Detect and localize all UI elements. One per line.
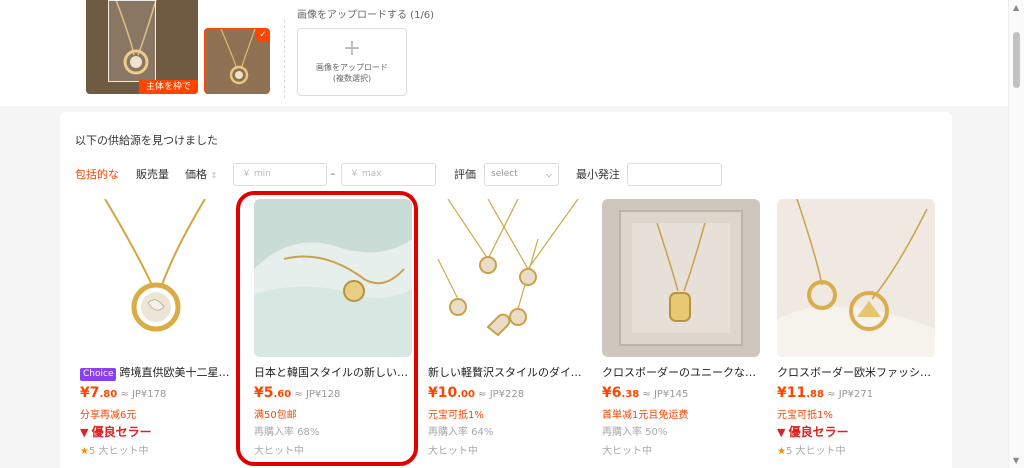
sort-comprehensive[interactable]: 包括的な	[75, 168, 119, 182]
seller-badge-icon: ▼	[80, 426, 89, 439]
price-min-input[interactable]: ￥ min	[233, 163, 327, 186]
main-search-image[interactable]: 主体を枠で	[86, 0, 198, 94]
repurchase-rate: 再購入率 64%	[428, 427, 494, 438]
moq-input[interactable]	[627, 163, 722, 186]
price-main: ¥6	[602, 385, 622, 401]
product-card[interactable]: Choice跨境直供欧美十二星座圆牌项链 ¥7.80 ≈ JP¥178 分享再减…	[80, 199, 238, 468]
page-scrollbar[interactable]: ▲ ▼	[1008, 0, 1024, 468]
seller-badge-text: 優良セラー	[91, 425, 152, 439]
product-card[interactable]: クロスボーダー欧米ファッションネックレス ¥11.88 ≈ JP¥271 元宝可…	[777, 199, 935, 468]
price-cents: .00	[457, 389, 475, 400]
necklace-product-photo	[777, 199, 935, 357]
scroll-down-arrow-icon[interactable]: ▼	[1013, 456, 1019, 465]
sort-sales[interactable]: 販売量	[136, 168, 169, 182]
popularity-text: 大ヒット中	[602, 446, 652, 457]
product-title[interactable]: Choice跨境直供欧美十二星座圆牌项链	[80, 364, 238, 381]
seller-badge-icon: ▼	[777, 426, 786, 439]
selected-thumbnail[interactable]: ✓	[204, 28, 270, 94]
price-max-input[interactable]: ￥ max	[341, 163, 436, 186]
results-title: 以下の供給源を見つけました	[75, 134, 218, 147]
upload-label: 画像をアップロード	[316, 63, 388, 72]
scroll-up-arrow-icon[interactable]: ▲	[1013, 3, 1019, 12]
product-title[interactable]: クロスボーダーのユニークなネックレス	[602, 364, 760, 380]
price-jpy: ≈ JP¥178	[120, 389, 167, 400]
product-price: ¥6.38 ≈ JP¥145	[602, 385, 760, 401]
star-icon: ★	[777, 446, 786, 457]
crop-subject-button[interactable]: 主体を枠で	[139, 80, 198, 94]
repurchase-rate: 再購入率 50%	[602, 427, 668, 438]
popularity-label: 5 大ヒット中	[785, 446, 846, 457]
upload-title: 画像をアップロードする (1/6)	[297, 10, 435, 21]
sort-price[interactable]: 価格 ⇕	[185, 168, 217, 183]
promo-text: 分享再减6元	[80, 410, 137, 421]
rating-select-value: select	[491, 169, 518, 179]
promo-text: 首単减1元且免运费	[602, 410, 689, 421]
divider	[284, 20, 285, 98]
price-main: ¥7	[80, 385, 100, 401]
product-image[interactable]	[777, 199, 935, 357]
plus-icon: +	[342, 36, 362, 61]
product-price: ¥10.00 ≈ JP¥228	[428, 385, 586, 401]
choice-badge: Choice	[80, 368, 117, 381]
promo-text: 元宝可抵1%	[777, 410, 833, 421]
price-cents: .88	[806, 389, 824, 400]
check-icon: ✓	[256, 29, 269, 42]
seller-badge: ▼ 優良セラー	[777, 423, 935, 440]
price-range-dash: –	[330, 167, 336, 180]
price-jpy: ≈ JP¥145	[642, 389, 689, 400]
product-card[interactable]: 新しい軽贅沢スタイルのダイヤモンドネックレス ¥10.00 ≈ JP¥228 元…	[428, 199, 586, 468]
rating-label: 評価	[454, 168, 476, 181]
sort-price-label: 価格	[185, 168, 207, 181]
product-title-text: 跨境直供欧美十二星座圆牌项链	[119, 366, 238, 379]
necklace-product-photo	[602, 199, 760, 357]
star-icon: ★	[80, 446, 89, 457]
crop-frame[interactable]	[108, 0, 156, 82]
highlight-outline	[236, 191, 418, 466]
price-main: ¥11	[777, 385, 807, 401]
product-image[interactable]	[428, 199, 586, 357]
popularity-text: ★5 大ヒット中	[80, 442, 238, 457]
price-cents: .38	[621, 389, 640, 400]
popularity-text: ★5 大ヒット中	[777, 442, 935, 457]
product-price: ¥11.88 ≈ JP¥271	[777, 385, 935, 401]
necklace-product-photo	[428, 199, 586, 357]
scrollbar-thumb[interactable]	[1013, 32, 1020, 88]
necklace-product-photo	[80, 199, 238, 357]
crop-label-text: 主体を枠で	[145, 82, 191, 92]
rating-select[interactable]: select ⌵	[484, 163, 559, 186]
moq-label: 最小発注	[576, 168, 620, 181]
product-title[interactable]: クロスボーダー欧米ファッションネックレス	[777, 364, 935, 380]
product-image[interactable]	[80, 199, 238, 357]
product-title[interactable]: 新しい軽贅沢スタイルのダイヤモンドネックレス	[428, 364, 586, 380]
upload-image-button[interactable]: + 画像をアップロード (複数選択)	[297, 28, 407, 96]
product-image[interactable]	[602, 199, 760, 357]
promo-text: 元宝可抵1%	[428, 410, 484, 421]
popularity-label: 5 大ヒット中	[88, 446, 149, 457]
price-jpy: ≈ JP¥271	[827, 389, 874, 400]
price-main: ¥10	[428, 385, 458, 401]
sort-arrows-icon: ⇕	[210, 171, 218, 180]
price-cents: .80	[99, 389, 118, 400]
upload-sublabel: (複数選択)	[332, 74, 372, 83]
seller-badge-text: 優良セラー	[788, 425, 849, 439]
popularity-text: 大ヒット中	[428, 446, 478, 457]
seller-badge: ▼ 優良セラー	[80, 423, 238, 440]
price-jpy: ≈ JP¥228	[478, 389, 525, 400]
product-price: ¥7.80 ≈ JP¥178	[80, 385, 238, 401]
chevron-down-icon: ⌵	[545, 170, 552, 179]
product-card[interactable]: クロスボーダーのユニークなネックレス ¥6.38 ≈ JP¥145 首単减1元且…	[602, 199, 760, 468]
